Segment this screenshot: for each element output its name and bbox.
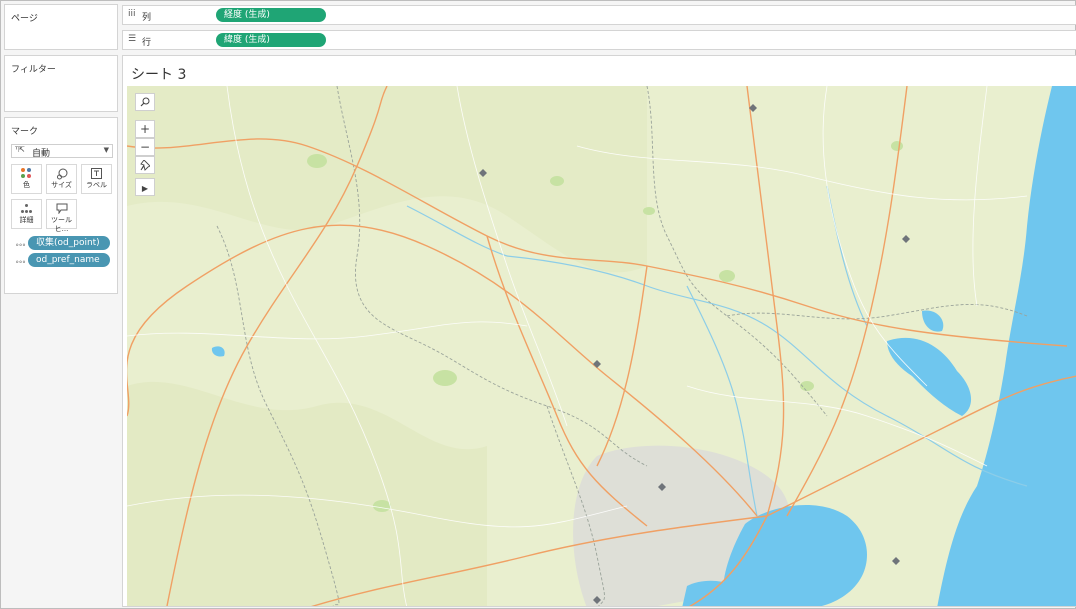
filters-panel[interactable]: フィルター	[4, 55, 118, 112]
size-label: サイズ	[51, 181, 72, 189]
marks-title: マーク	[11, 127, 39, 137]
detail-dots-icon: ∘∘∘	[15, 241, 26, 249]
rows-icon: ☰	[128, 34, 137, 44]
sheet-title: シート 3	[131, 67, 187, 83]
color-label: 色	[23, 181, 30, 189]
columns-icon: iii	[128, 9, 136, 19]
field-pill-label: 収集(od_point)	[36, 238, 100, 248]
label-label: ラベル	[86, 181, 107, 189]
size-button[interactable]: サイズ	[46, 164, 77, 194]
field-pill-od-pref-name[interactable]: od_pref_name	[28, 253, 110, 267]
tooltip-label: ツールヒ...	[51, 216, 72, 233]
tooltip-icon	[47, 200, 76, 216]
zoom-out-button[interactable]: −	[135, 138, 155, 156]
detail-button[interactable]: 詳細	[11, 199, 42, 229]
map-view[interactable]: + − ▶	[127, 86, 1076, 607]
plus-icon: +	[139, 122, 151, 136]
field-pill-label: od_pref_name	[36, 255, 100, 265]
app-window: ページ フィルター マーク ᵀ⇱ 自動 ▼ 色 サイズ ラベル 詳細 ツールヒ.…	[0, 0, 1076, 609]
size-icon	[47, 165, 76, 181]
columns-shelf[interactable]: iii 列 経度 (生成)	[122, 5, 1076, 25]
chevron-down-icon: ▼	[103, 146, 109, 154]
pages-panel[interactable]: ページ	[4, 4, 118, 50]
color-button[interactable]: 色	[11, 164, 42, 194]
detail-label: 詳細	[19, 216, 34, 224]
label-button[interactable]: ラベル	[81, 164, 112, 194]
rows-label: 行	[142, 38, 152, 48]
expand-toolbar-button[interactable]: ▶	[135, 178, 155, 196]
mark-type-label: 自動	[32, 149, 51, 159]
zoom-in-button[interactable]: +	[135, 120, 155, 138]
filters-title: フィルター	[11, 65, 56, 75]
map-canvas[interactable]	[127, 86, 1076, 607]
mark-type-dropdown[interactable]: ᵀ⇱ 自動 ▼	[11, 144, 113, 159]
tooltip-button[interactable]: ツールヒ...	[46, 199, 77, 233]
detail-icon	[12, 200, 41, 216]
detail-dots-icon: ∘∘∘	[15, 258, 26, 266]
rows-shelf[interactable]: ☰ 行 緯度 (生成)	[122, 30, 1076, 50]
pin-icon	[140, 159, 151, 174]
minus-icon: −	[139, 140, 151, 154]
search-icon	[140, 96, 150, 110]
longitude-pill[interactable]: 経度 (生成)	[216, 8, 326, 22]
map-search-button[interactable]	[135, 93, 155, 111]
sheet-view: シート 3 + − ▶	[122, 55, 1076, 607]
field-pill-od-point[interactable]: 収集(od_point)	[28, 236, 110, 250]
columns-label: 列	[142, 13, 152, 23]
latitude-pill-label: 緯度 (生成)	[224, 35, 270, 45]
text-label-icon	[82, 165, 111, 181]
mark-auto-icon: ᵀ⇱	[15, 145, 25, 154]
marks-panel: マーク ᵀ⇱ 自動 ▼ 色 サイズ ラベル 詳細 ツールヒ... ∘∘∘ 収集(…	[4, 117, 118, 294]
play-icon: ▶	[141, 184, 149, 193]
pin-map-button[interactable]	[135, 156, 155, 174]
latitude-pill[interactable]: 緯度 (生成)	[216, 33, 326, 47]
longitude-pill-label: 経度 (生成)	[224, 10, 270, 20]
color-icon	[12, 165, 41, 181]
pages-title: ページ	[11, 14, 38, 24]
